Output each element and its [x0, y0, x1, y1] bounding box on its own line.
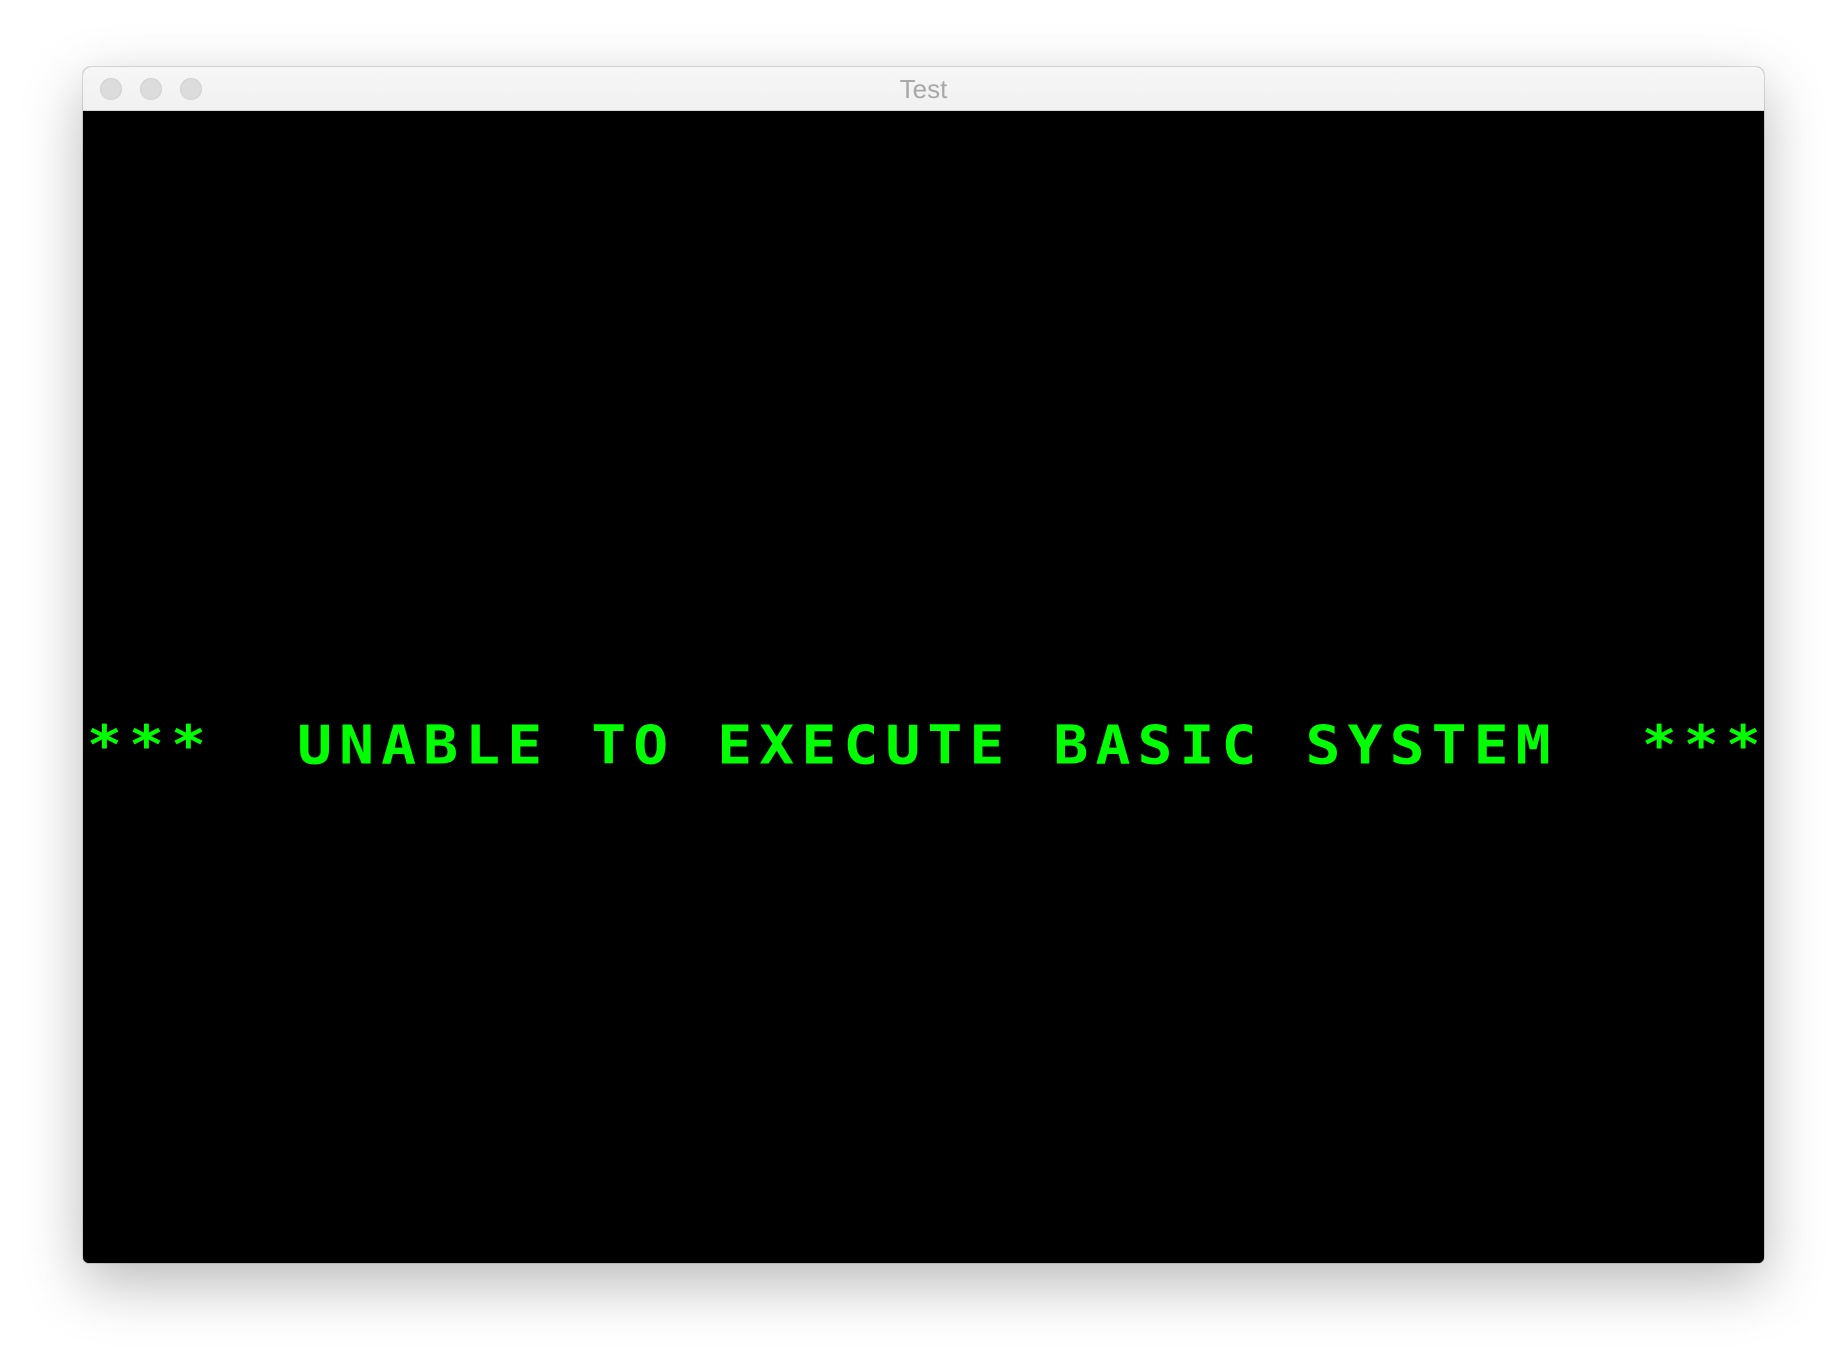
screen-text-line: *** UNABLE TO EXECUTE BASIC SYSTEM ***	[87, 713, 1764, 777]
title-bar[interactable]: Test	[83, 67, 1764, 111]
window-title: Test	[899, 74, 948, 104]
emulator-screen[interactable]: *** UNABLE TO EXECUTE BASIC SYSTEM ***	[83, 111, 1764, 1263]
app-window: Test *** UNABLE TO EXECUTE BASIC SYSTEM …	[83, 67, 1764, 1263]
